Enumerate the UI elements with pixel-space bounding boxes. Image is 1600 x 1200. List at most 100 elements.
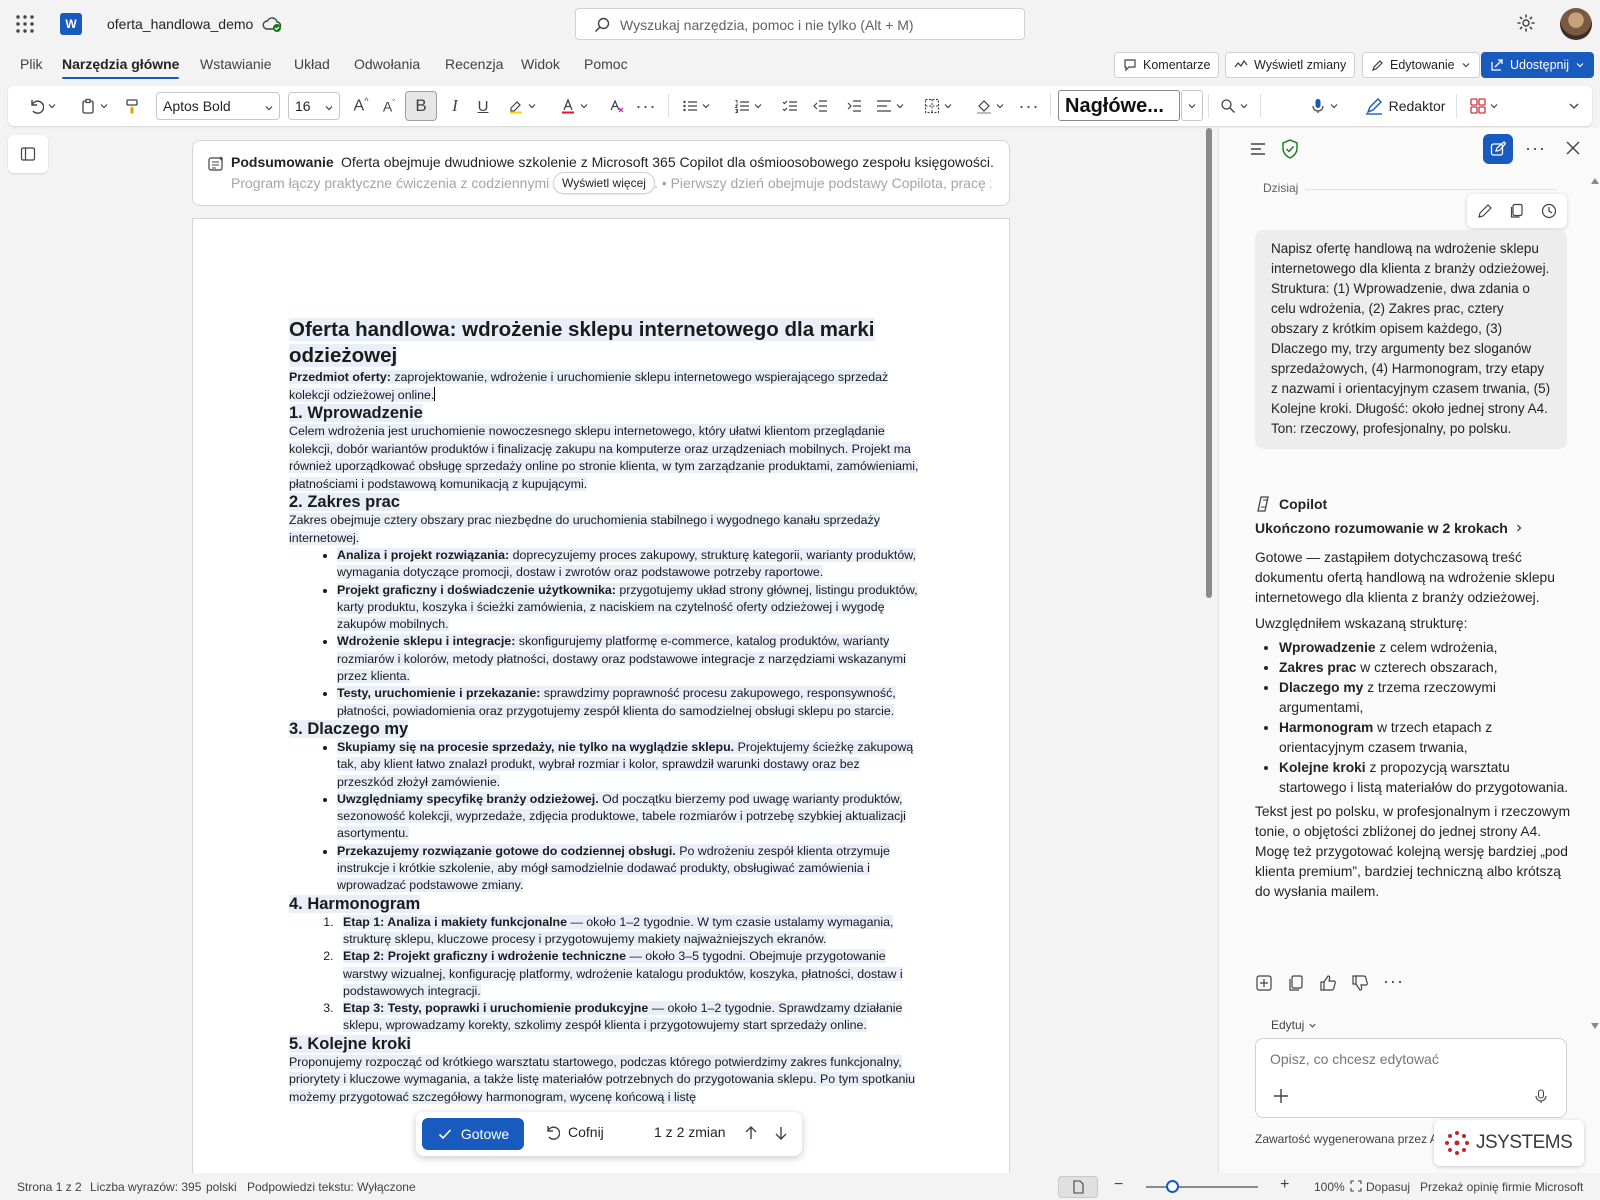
undo-button[interactable] [22,93,62,119]
grow-font-button[interactable]: A^ [348,93,374,119]
editing-mode-button[interactable]: Edytowanie [1362,52,1480,78]
document-title[interactable]: Oferta handlowa: wdrożenie sklepu intern… [289,317,919,369]
clear-format-button[interactable] [606,93,628,119]
print-layout-button[interactable] [1058,1176,1098,1198]
tab-review[interactable]: Recenzja [445,56,503,72]
list-item[interactable]: Projekt graficzny i doświadczenie użytko… [337,582,919,634]
list-item[interactable]: Analiza i projekt rozwiązania: doprecyzu… [337,547,919,582]
edit-icon[interactable] [1477,203,1493,219]
pane-scroll-down[interactable] [1591,1023,1599,1029]
more-options-icon[interactable]: ··· [1383,972,1404,992]
edit-mode-dropdown[interactable]: Edytuj [1271,1018,1317,1032]
font-name-select[interactable]: Aptos Bold [156,92,280,120]
section-5-text[interactable]: Proponujemy rozpocząć od krótkiego warsz… [289,1054,919,1107]
bullets-button[interactable] [676,93,716,119]
dictate-button[interactable] [1304,93,1344,119]
search-box[interactable] [575,8,1025,40]
document-scrollbar[interactable] [1206,128,1212,598]
add-icon[interactable] [1272,1087,1290,1105]
bold-button[interactable]: B [405,91,437,121]
copy-icon[interactable] [1509,203,1525,219]
align-button[interactable] [870,93,910,119]
feedback-link[interactable]: Przekaż opinię firmie Microsoft [1420,1180,1583,1194]
increase-indent-button[interactable] [842,93,866,119]
more-paragraph-options-icon[interactable]: ··· [1016,93,1042,119]
section-1-text[interactable]: Celem wdrożenia jest uruchomienie nowocz… [289,423,919,493]
list-item[interactable]: Uwzględniamy specyfikę branży odzieżowej… [337,791,919,843]
list-item[interactable]: Skupiamy się na procesie sprzedaży, nie … [337,739,919,791]
tab-home[interactable]: Narzędzia główne [62,56,180,79]
new-chat-button[interactable] [1483,134,1513,164]
list-item[interactable]: Przekazujemy rozwiązanie gotowe do codzi… [337,843,919,895]
style-gallery[interactable]: Nagłówe... [1058,90,1180,121]
list-item[interactable]: Etap 2: Projekt graficzny i wdrożenie te… [337,948,919,1000]
section-heading[interactable]: 2. Zakres prac [289,493,919,512]
styles-dropdown[interactable] [1181,90,1203,121]
more-options-icon[interactable]: ··· [1525,138,1546,159]
next-change-button[interactable] [772,1124,790,1142]
underline-button[interactable]: U [470,93,496,119]
search-input[interactable] [620,15,1015,35]
copy-icon[interactable] [1287,974,1305,992]
zoom-level[interactable]: 100% [1314,1180,1345,1194]
format-painter-button[interactable] [120,93,144,119]
section-heading[interactable]: 5. Kolejne kroki [289,1034,919,1054]
avatar[interactable] [1560,8,1592,40]
insert-icon[interactable] [1255,974,1273,992]
tab-help[interactable]: Pomoc [584,56,628,72]
highlight-button[interactable] [502,93,542,119]
tab-layout[interactable]: Układ [294,56,330,72]
zoom-in-button[interactable]: + [1280,1176,1289,1194]
section-heading[interactable]: 3. Dlaczego my [289,719,919,739]
tab-insert[interactable]: Wstawianie [200,56,272,72]
text-predictions-status[interactable]: Podpowiedzi tekstu: Wyłączone [247,1180,416,1194]
checklist-button[interactable] [778,93,802,119]
shading-button[interactable] [970,93,1010,119]
list-item[interactable]: Wdrożenie sklepu i integracje: skonfigur… [337,633,919,685]
section-heading[interactable]: 4. Harmonogram [289,894,919,914]
section-2-text[interactable]: Zakres obejmuje cztery obszary prac niez… [289,512,919,547]
page-indicator[interactable]: Strona 1 z 2 [17,1180,82,1194]
navigation-pane-button[interactable] [8,135,48,173]
language-indicator[interactable]: polski [206,1180,237,1194]
comments-button[interactable]: Komentarze [1114,52,1220,78]
share-button[interactable]: Udostępnij [1481,52,1595,78]
tab-file[interactable]: Plik [20,56,43,72]
list-item[interactable]: Testy, uruchomienie i przekazanie: spraw… [337,685,919,720]
cloud-saved-icon[interactable] [262,15,282,33]
italic-button[interactable]: I [442,93,468,119]
shrink-font-button[interactable]: Aˇ [376,93,402,119]
zoom-slider[interactable] [1146,1186,1258,1188]
section-heading[interactable]: 1. Wprowadzenie [289,404,919,423]
numbering-button[interactable] [728,93,768,119]
zoom-slider-thumb[interactable] [1166,1180,1179,1193]
thumbs-up-icon[interactable] [1319,974,1337,992]
app-launcher-icon[interactable] [14,13,36,35]
prompt-input[interactable] [1270,1051,1550,1075]
shield-check-icon[interactable] [1281,139,1299,159]
find-button[interactable] [1214,93,1254,119]
show-changes-button[interactable]: Wyświetl zmiany [1225,52,1356,78]
reasoning-toggle[interactable]: Ukończono rozumowanie w 2 krokach [1255,520,1524,536]
microphone-icon[interactable] [1534,1089,1548,1105]
clock-icon[interactable] [1541,203,1557,219]
document-body[interactable]: Oferta handlowa: wdrożenie sklepu intern… [289,317,919,1106]
list-item[interactable]: Etap 3: Testy, poprawki i uruchomienie p… [337,1000,919,1035]
tab-references[interactable]: Odwołania [354,56,420,72]
decrease-indent-button[interactable] [808,93,832,119]
menu-icon[interactable] [1249,140,1267,158]
borders-button[interactable] [918,93,958,119]
more-font-options-icon[interactable]: ··· [634,93,658,119]
subject-paragraph[interactable]: Przedmiot oferty: zaprojektowanie, wdroż… [289,369,919,404]
word-count[interactable]: Liczba wyrazów: 395 [90,1180,201,1194]
pane-scroll-up[interactable] [1591,178,1599,188]
previous-change-button[interactable] [742,1124,760,1142]
zoom-out-button[interactable]: − [1114,1176,1123,1194]
font-color-button[interactable] [554,93,594,119]
close-icon[interactable] [1565,140,1581,156]
ribbon-expand-button[interactable] [1564,93,1584,119]
tab-view[interactable]: Widok [521,56,560,72]
fit-button[interactable]: Dopasuj [1350,1180,1410,1194]
editor-button[interactable]: Redaktor [1362,93,1448,119]
thumbs-down-icon[interactable] [1351,974,1369,992]
